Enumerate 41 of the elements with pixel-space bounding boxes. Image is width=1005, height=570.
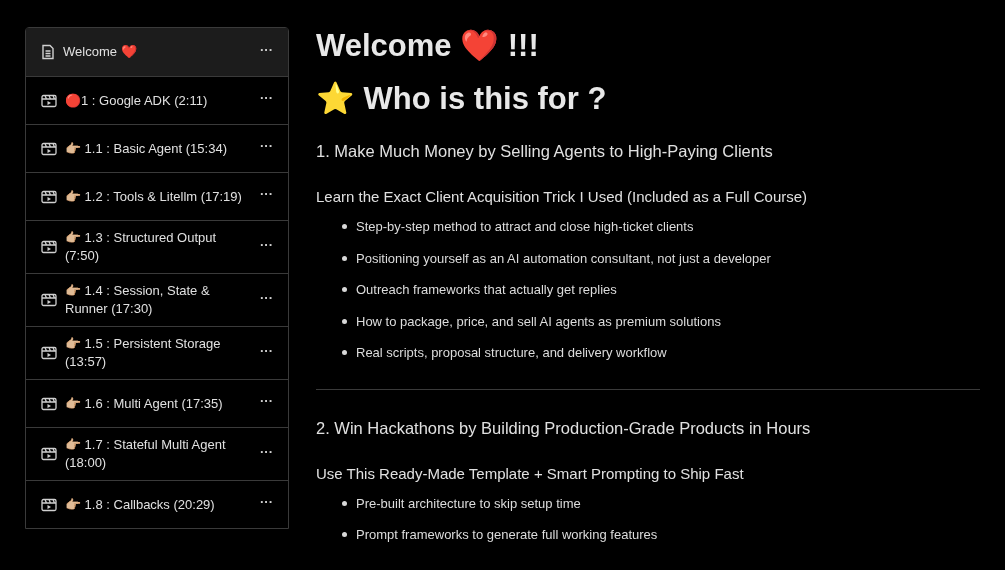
more-options-button[interactable]: ···: [260, 139, 273, 152]
bullet-text: Outreach frameworks that actually get replies: [356, 281, 617, 299]
video-clapper-icon: [41, 141, 57, 156]
video-clapper-icon: [41, 346, 57, 360]
bullet-icon: [342, 318, 347, 324]
more-options-button[interactable]: ···: [260, 42, 273, 56]
video-clapper-icon: [41, 189, 57, 204]
video-clapper-icon: [41, 293, 57, 307]
bullet-text: Positioning yourself as an AI automation consultant, not just a developer: [356, 249, 771, 268]
more-options-button[interactable]: ···: [260, 495, 273, 508]
more-options-button[interactable]: ···: [260, 187, 273, 200]
bullet-text: Step-by-step method to attract and close high-ticket clients: [356, 218, 694, 236]
video-clapper-icon: [41, 240, 57, 254]
sidebar-item[interactable]: Welcome ❤ ···: [26, 28, 288, 76]
more-options-button[interactable]: ···: [260, 290, 273, 304]
section-subheading: Use This Ready-Made Template + Smart Prompting to Ship Fast: [316, 463, 745, 484]
section-heading: 1. Make Much Money by Selling Agents to High-Paying Clients: [316, 141, 774, 162]
bullet-text: How to package, price, and sell AI agents as premium solutions: [356, 312, 721, 331]
more-options-button[interactable]: ···: [260, 444, 273, 458]
bullet-icon: [342, 350, 347, 356]
bullet-text: Pre-built architecture to skip setup time: [356, 494, 581, 513]
video-clapper-icon: [41, 447, 57, 461]
bullet-icon: [342, 532, 347, 538]
section-subheading: Learn the Exact Client Acquisition Trick I Used (Included as a Full Course): [316, 187, 809, 207]
video-clapper-icon: [41, 396, 57, 411]
video-clapper-icon: [41, 497, 57, 512]
page-title: Welcome ❤ !!!: [316, 27, 540, 65]
more-options-button[interactable]: ···: [260, 91, 273, 104]
bullet-text: Real scripts, proposal structure, and delivery workflow: [356, 344, 667, 362]
bullet-icon: [342, 224, 347, 230]
document-icon: [41, 44, 55, 60]
section-title: ⭐ Who is this for ?: [316, 80, 608, 118]
more-options-button[interactable]: ···: [260, 343, 273, 357]
section-heading: 2. Win Hackathons by Building Production-Grade Products in Hours: [316, 417, 812, 439]
bullet-text: Prompt frameworks to generate full working features: [356, 526, 658, 544]
bullet-icon: [342, 255, 347, 261]
bullet-icon: [342, 500, 347, 506]
bullet-icon: [342, 287, 347, 293]
more-options-button[interactable]: ···: [260, 237, 273, 251]
video-clapper-icon: [41, 93, 57, 108]
more-options-button[interactable]: ···: [260, 394, 273, 407]
